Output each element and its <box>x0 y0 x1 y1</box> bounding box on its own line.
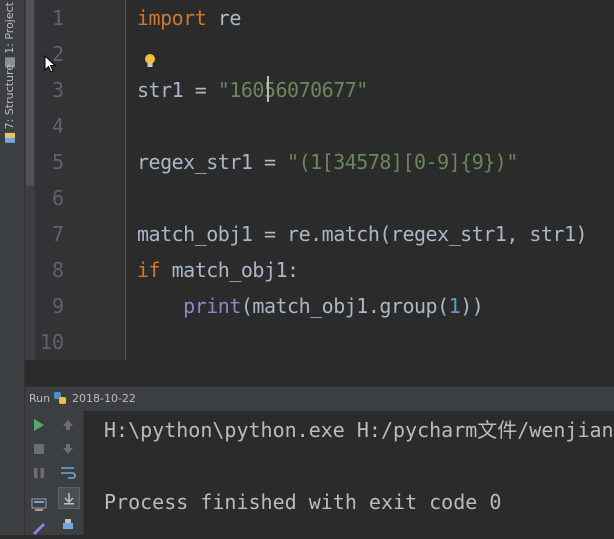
line-number: 10 <box>39 330 64 354</box>
scroll-up-button[interactable] <box>58 415 78 435</box>
line-number: 8 <box>51 258 64 282</box>
stop-button[interactable] <box>29 439 49 459</box>
stop-icon <box>34 444 44 454</box>
keyword-import: import <box>137 6 207 30</box>
dump-icon <box>31 498 47 511</box>
rerun-button[interactable] <box>29 415 49 435</box>
line-number: 3 <box>51 78 64 102</box>
line-number: 9 <box>51 294 64 318</box>
keyword-if: if <box>137 258 161 282</box>
soft-wrap-button[interactable] <box>58 463 78 483</box>
builtin-print: print <box>183 294 241 318</box>
code-line-3[interactable]: str1 = "16056070677" <box>137 78 368 102</box>
run-panel-header: Run 2018-10-22 <box>25 386 614 412</box>
line-number: 1 <box>51 6 64 30</box>
console-output[interactable]: H:\python\python.exe H:/pycharm文件/wenjia… <box>84 411 614 535</box>
pause-icon <box>34 468 44 478</box>
code-text: regex_str1 = <box>137 150 288 174</box>
run-toolbar <box>25 411 53 536</box>
line-number: 6 <box>51 186 64 210</box>
console-line: Process finished with exit code 0 <box>104 490 502 514</box>
code-text: match_obj1: <box>160 258 299 282</box>
line-number: 7 <box>51 222 64 246</box>
structure-tab-label: 7: Structure <box>3 64 16 130</box>
project-tab-label: 1: Project <box>3 2 16 54</box>
code-line-5[interactable]: regex_str1 = "(1[34578][0-9]{9})" <box>137 150 518 174</box>
scroll-down-button[interactable] <box>58 439 78 459</box>
pause-button[interactable] <box>29 463 49 483</box>
project-tab[interactable]: 1: Project <box>3 2 16 71</box>
line-number: 5 <box>51 150 64 174</box>
settings-button[interactable] <box>29 519 49 539</box>
code-line-9[interactable]: print(match_obj1.group(1)) <box>137 294 484 318</box>
print-button[interactable] <box>58 515 78 535</box>
settings-icon <box>32 522 46 536</box>
run-label: Run <box>29 392 51 405</box>
tool-window-strip: 1: Project 7: Structure <box>0 0 25 535</box>
code-text: str1 = <box>137 78 218 102</box>
print-icon <box>63 519 73 529</box>
arrow-up-icon <box>63 420 73 430</box>
code-line-8[interactable]: if match_obj1: <box>137 258 299 282</box>
code-line-1[interactable]: import re <box>137 6 241 30</box>
line-number: 4 <box>51 114 64 138</box>
console-line: H:\python\python.exe H:/pycharm文件/wenjia… <box>104 418 614 442</box>
code-text: re <box>206 6 242 30</box>
dump-threads-button[interactable] <box>29 495 49 515</box>
structure-tab[interactable]: 7: Structure <box>3 64 16 147</box>
text-caret <box>267 76 269 102</box>
gutter-scrollbar[interactable] <box>25 0 35 360</box>
soft-wrap-icon <box>61 467 76 479</box>
string-literal: "(1[34578][0-9]{9})" <box>287 150 518 174</box>
number-literal: 1 <box>448 294 461 318</box>
scrollbar-thumb[interactable] <box>26 0 34 186</box>
code-text: (match_obj1.group( <box>240 294 449 318</box>
code-line-7[interactable]: match_obj1 = re.match(regex_str1, str1) <box>137 222 588 246</box>
code-text: match_obj1 = re.match(regex_str1, str1) <box>137 222 588 246</box>
gutter-separator <box>125 0 126 360</box>
python-icon <box>54 392 66 404</box>
run-config-tab[interactable]: 2018-10-22 <box>72 392 136 405</box>
code-text: )) <box>460 294 484 318</box>
run-toolbar-secondary <box>53 411 84 535</box>
scroll-to-end-button[interactable] <box>58 487 80 509</box>
structure-icon <box>5 132 15 143</box>
lightbulb-icon[interactable] <box>144 53 156 69</box>
arrow-down-icon <box>63 444 73 454</box>
play-icon <box>34 419 44 431</box>
scroll-to-end-icon <box>64 493 74 505</box>
mouse-cursor-icon <box>44 55 56 73</box>
string-literal: "16056070677" <box>217 78 369 102</box>
